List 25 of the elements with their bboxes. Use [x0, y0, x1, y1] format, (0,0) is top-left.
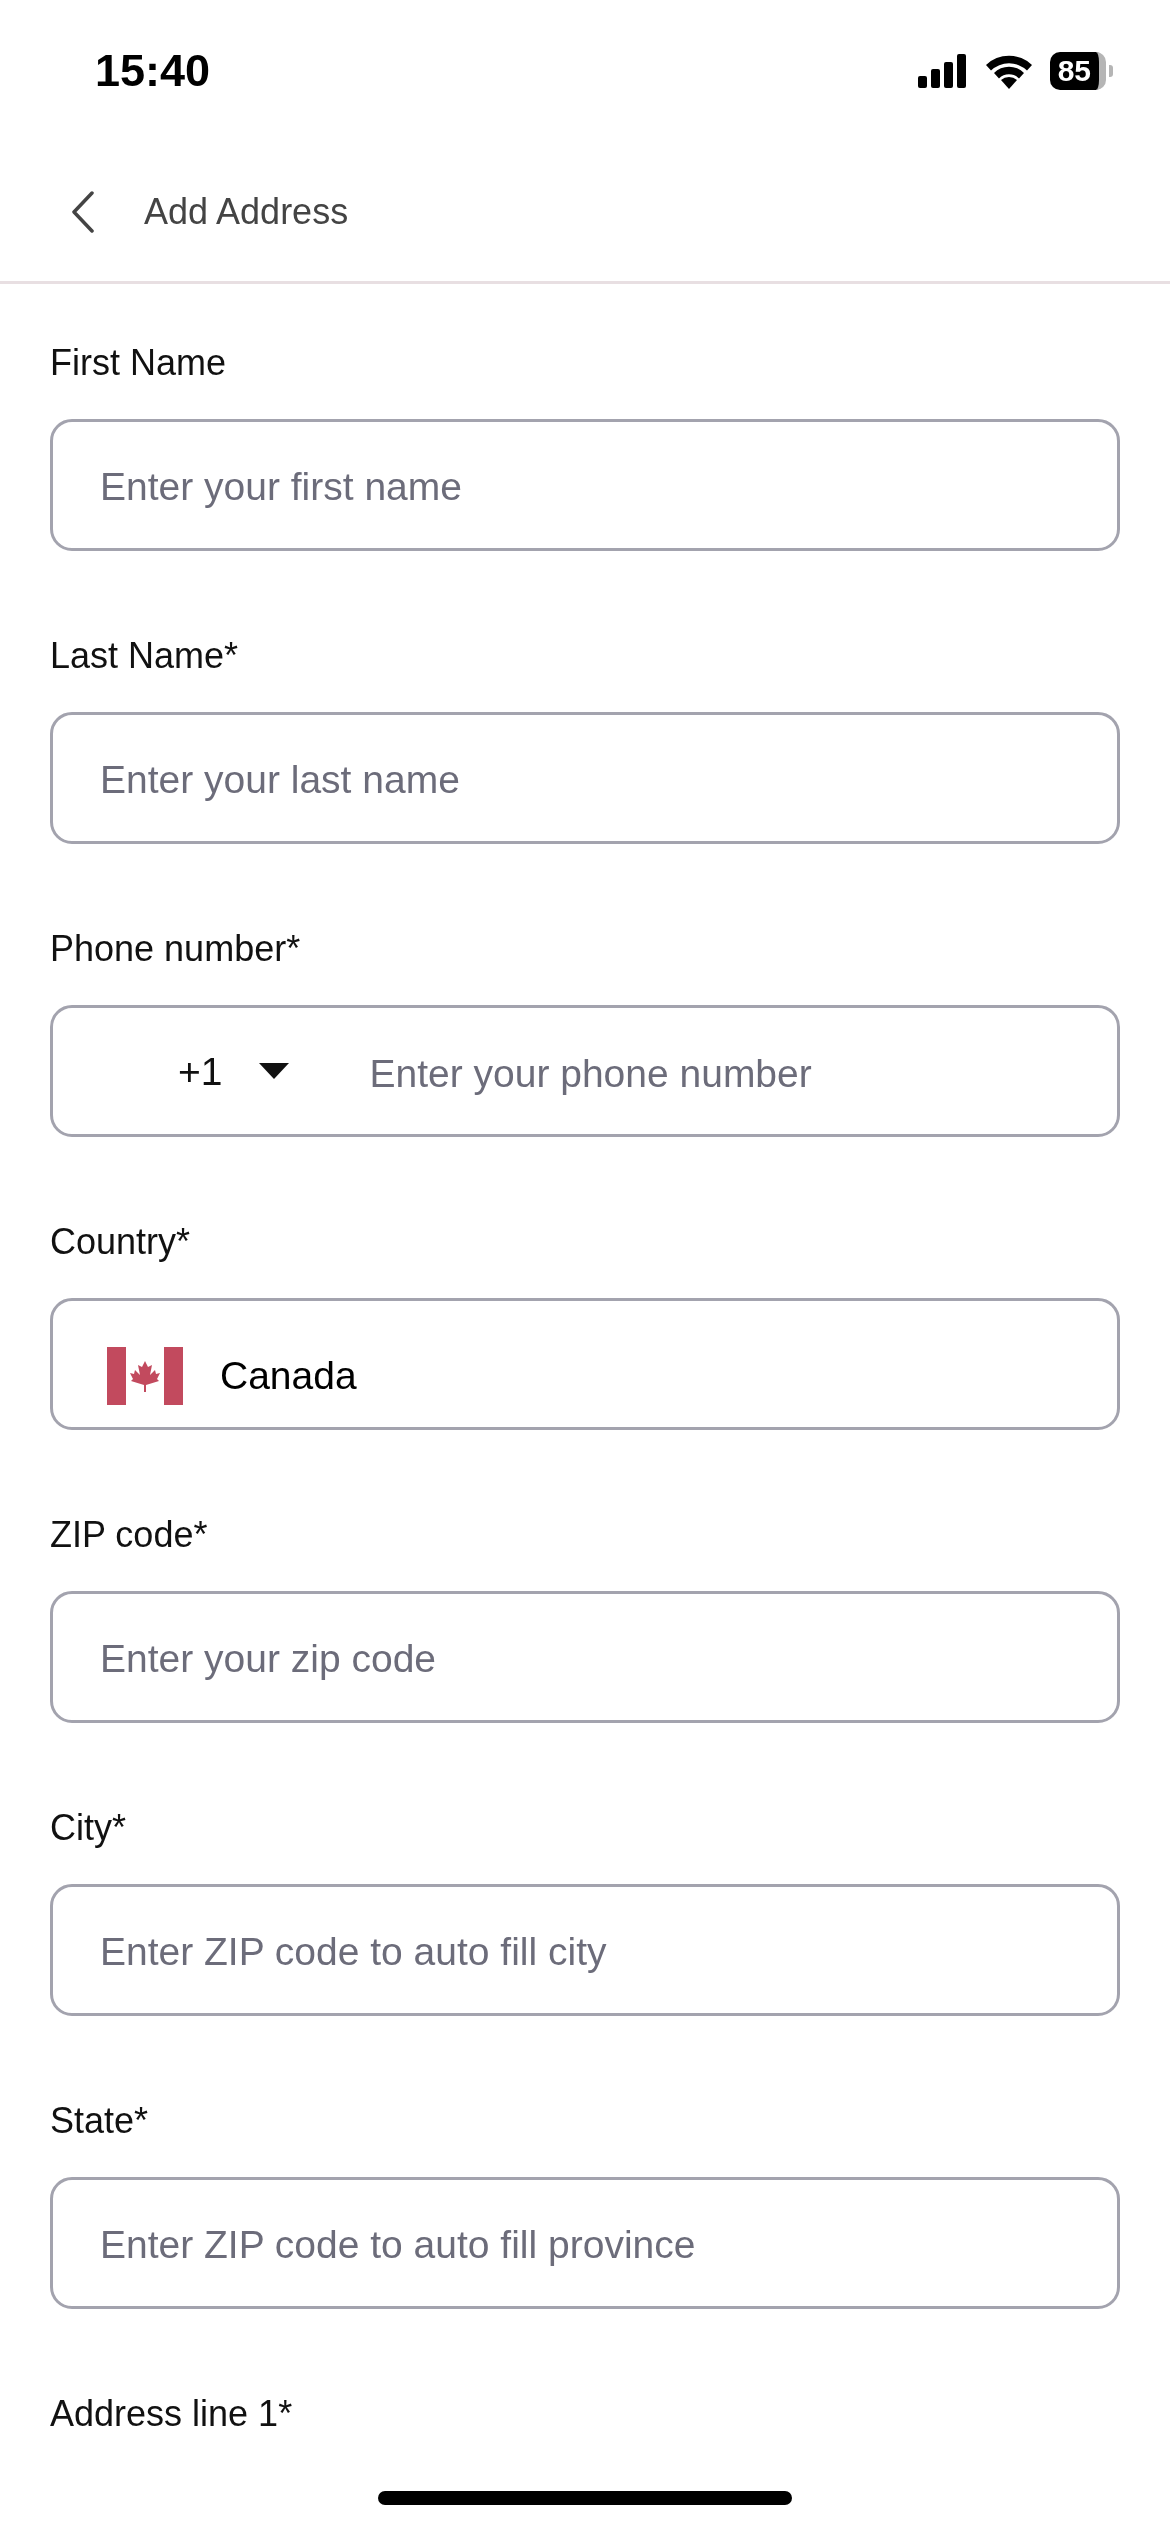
back-icon[interactable]: [72, 190, 94, 233]
status-time: 15:40: [95, 44, 211, 99]
text-input[interactable]: Enter ZIP code to auto fill province: [50, 2177, 1120, 2309]
maple-leaf-flag-icon: [107, 1347, 183, 1405]
page-title: Add Address: [144, 189, 349, 234]
wifi-icon: [983, 53, 1034, 89]
field-label: Phone number*: [50, 927, 302, 971]
signal-icon: [917, 54, 968, 88]
phone-field[interactable]: +1 Enter your phone number: [50, 1005, 1120, 1137]
text-input[interactable]: Enter ZIP code to auto fill city: [50, 1884, 1120, 2016]
battery-indicator: 85: [1049, 52, 1113, 90]
text-input[interactable]: Enter your first name: [50, 419, 1120, 551]
field-label: Country*: [50, 1220, 192, 1264]
field-label: ZIP code*: [50, 1513, 209, 1557]
country-select[interactable]: Canada: [50, 1298, 1120, 1430]
field-label: City*: [50, 1806, 127, 1850]
field-label: Address line 1*: [50, 2392, 294, 2436]
field-label: Last Name*: [50, 634, 240, 678]
country-code-dropdown[interactable]: +1: [178, 1051, 290, 1091]
field-label: First Name: [50, 341, 227, 385]
phone-number-input[interactable]: Enter your phone number: [369, 1008, 1117, 1134]
text-input[interactable]: Enter your zip code: [50, 1591, 1120, 1723]
text-input[interactable]: Enter your last name: [50, 712, 1120, 844]
field-label: State*: [50, 2099, 150, 2143]
caret-icon: [259, 1063, 290, 1079]
